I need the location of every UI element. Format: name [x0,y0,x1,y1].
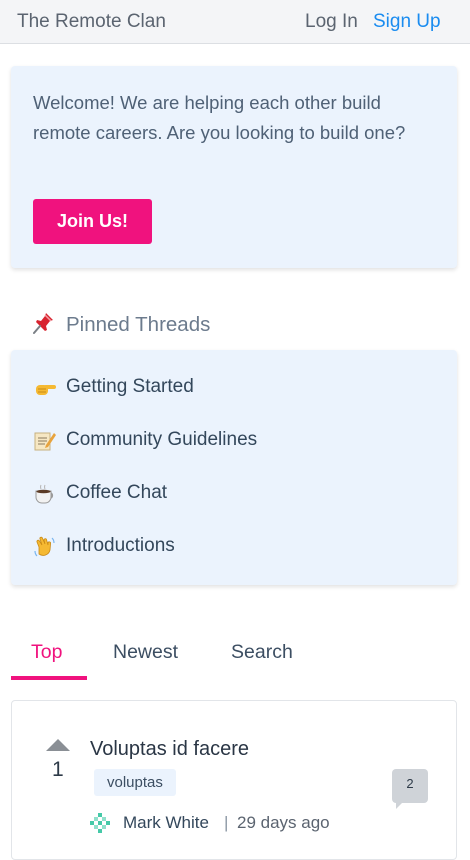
comment-count-badge[interactable]: 2 [392,769,428,813]
user-avatar-icon [90,813,110,833]
active-tab-indicator [11,676,87,680]
vote-count: 1 [52,758,64,781]
post-timestamp: 29 days ago [237,813,330,832]
pointing-hand-icon [36,385,56,395]
sort-tabs: Top Newest Search [11,636,457,682]
waving-hand-icon [34,536,55,557]
top-navbar: The Remote Clan Log In Sign Up [0,0,470,44]
memo-icon [34,432,56,451]
welcome-message: Welcome! We are helping each other build… [33,92,406,143]
pinned-threads-list: Getting Started Community Guidelines Cof… [11,350,457,585]
post-author[interactable]: Mark White [123,813,209,833]
pinned-thread-label: Introductions [66,535,175,556]
welcome-panel: Welcome! We are helping each other build… [11,66,457,268]
comment-count: 2 [406,776,414,791]
pinned-threads-title: Pinned Threads [66,313,211,336]
upvote-arrow-icon[interactable] [46,739,70,751]
login-link[interactable]: Log In [305,11,358,33]
meta-separator: | [224,813,229,832]
pinned-thread-label: Getting Started [66,376,194,397]
post-tag[interactable]: voluptas [94,769,176,796]
join-us-button[interactable]: Join Us! [33,199,152,244]
pushpin-icon [33,313,53,334]
tab-top[interactable]: Top [31,641,62,664]
post-card: 1 Voluptas id facere voluptas 2 Mark Whi… [11,700,457,860]
tab-newest[interactable]: Newest [113,641,178,664]
tab-search[interactable]: Search [231,641,293,664]
site-brand[interactable]: The Remote Clan [17,11,166,33]
post-title[interactable]: Voluptas id facere [90,738,249,761]
signup-link[interactable]: Sign Up [373,11,441,33]
coffee-icon [35,484,54,504]
pinned-thread-label: Community Guidelines [66,429,258,450]
pinned-thread-label: Coffee Chat [66,482,168,503]
